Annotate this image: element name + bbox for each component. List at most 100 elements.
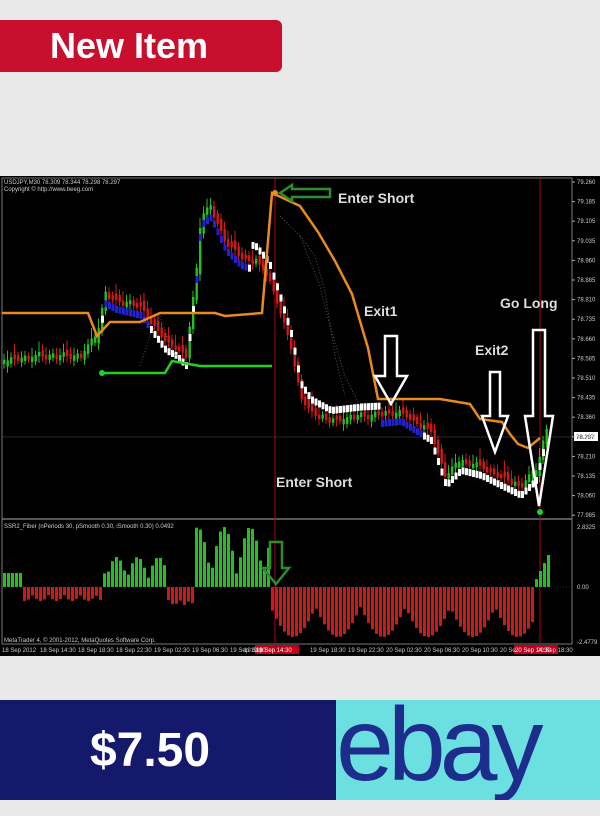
candle-body [230,241,233,248]
heiken-block [402,419,405,427]
osc-bar [127,574,130,587]
osc-bar [227,534,230,587]
heiken-block [489,476,493,484]
candle-body [356,415,359,420]
time-tick-label: 19 Sep 06:30 [192,648,228,654]
osc-bar [107,571,110,587]
heiken-block [300,381,304,389]
osc-bar [459,587,462,627]
osc-bar [31,587,34,596]
candle-body [388,409,391,414]
osc-bar [391,587,394,631]
osc-bar [367,587,370,623]
heiken-block [447,479,451,487]
heiken-block [213,220,216,228]
osc-bar [219,531,222,587]
heiken-block [104,300,108,308]
heiken-block [444,479,447,486]
heiken-block [332,406,335,414]
osc-bar [203,542,206,587]
price-label: $7.50 [89,723,211,777]
candle-body [181,344,184,353]
time-tick-label: 18 Sep 22:30 [116,648,152,654]
candle-body [486,467,489,473]
copyright-line: Copyright © http://www.beeg.com [4,186,93,193]
price-tick-label: 79.035 [577,239,596,245]
price-tick-label: 78.960 [577,258,596,264]
osc-bar [79,587,82,596]
candle-body [223,228,226,242]
candle-body [164,332,167,342]
osc-bar [535,579,538,587]
candle-body [318,414,321,419]
time-tick-label: 19 Sep 02:30 [154,648,190,654]
osc-bar [259,560,262,587]
heiken-block [283,306,286,314]
heiken-block [146,321,150,329]
candle-body [451,466,454,475]
candle-body [153,319,156,327]
heiken-block [164,345,167,353]
osc-bar [483,587,486,628]
candle-body [454,462,457,469]
price-tick-label: 78.285 [577,435,596,441]
osc-bar [419,587,422,634]
candle-body [27,355,30,360]
candle-body [423,425,426,430]
osc-bar [303,587,306,629]
osc-bar [379,587,382,637]
candle-body [440,448,443,464]
time-tick-label: 18 Sep 2012 [2,648,37,654]
time-tick-label: 19 Sep 22:30 [348,648,384,654]
heiken-block [405,421,409,429]
candle-body [143,300,146,311]
candle-body [402,407,405,414]
osc-bar [83,587,86,600]
heiken-block [286,318,290,326]
osc-bar [39,587,42,601]
osc-bar [55,587,58,601]
candle-body [377,410,380,416]
new-item-badge: New Item [0,20,282,72]
price-tick-label: 78.510 [577,376,596,382]
osc-bar [67,587,70,600]
osc-bar [75,587,78,599]
heiken-block [101,315,104,323]
osc-bar [283,587,286,632]
long-signal-dot [537,509,543,515]
heiken-block [542,449,545,456]
candle-body [514,481,517,486]
heiken-block [412,425,416,433]
osc-bar [359,587,362,608]
candle-body [48,354,51,360]
price-tick-label: 79.105 [577,219,596,225]
osc-bar [355,587,358,616]
heiken-block [195,276,199,283]
candle-body [76,353,79,359]
time-tick-label: 20 Se [500,648,516,654]
candle-body [349,414,352,420]
candle-body [465,459,468,464]
candle-body [6,360,9,367]
candle-body [482,461,485,470]
heiken-block [493,478,496,486]
heiken-block [209,214,213,222]
osc-bar [111,561,114,587]
candle-body [370,414,373,422]
annotation-enter-short-bottom: Enter Short [276,474,353,490]
candle-body [209,205,212,210]
heiken-block [255,243,258,251]
osc-bar [399,587,402,618]
osc-bar [131,563,134,587]
heiken-block [251,241,255,249]
candle-body [90,338,93,346]
osc-bar [347,587,350,630]
candle-body [517,480,520,487]
osc-bar [447,587,450,611]
heiken-block [321,402,325,410]
heiken-block [419,430,423,438]
new-item-label: New Item [50,25,209,66]
price-tick-label: 78.735 [577,317,596,323]
heiken-block [339,405,342,413]
heiken-block [398,418,402,426]
